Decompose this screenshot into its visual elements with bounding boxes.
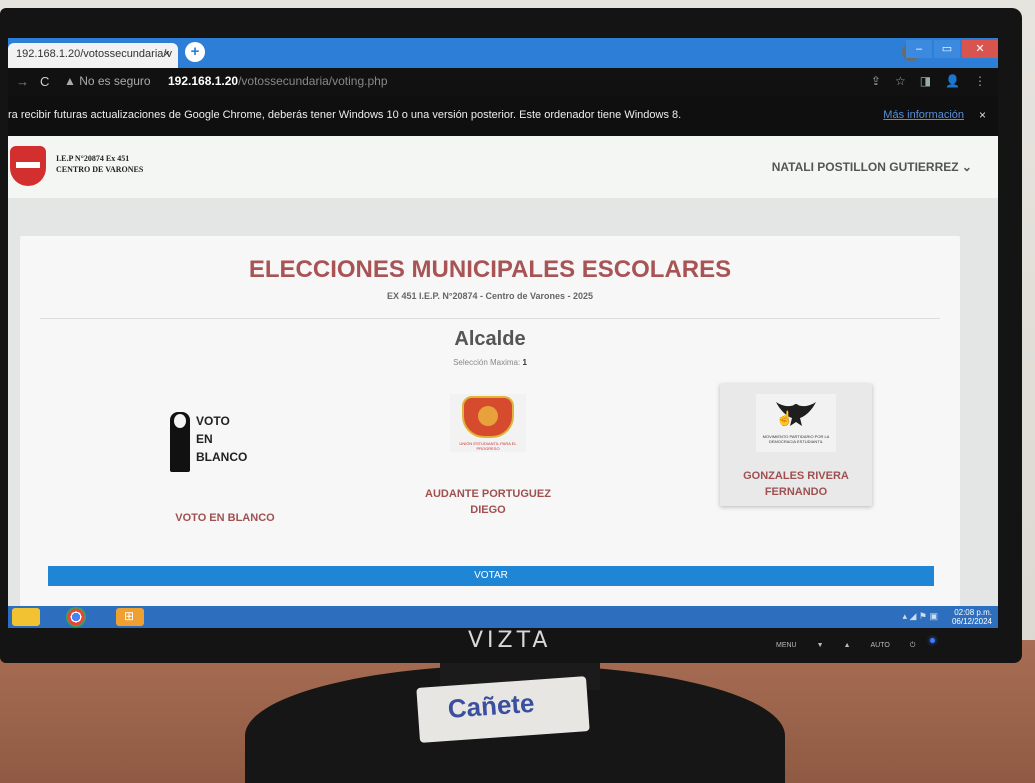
browser-tab-bar: 192.168.1.20/votossecundaria/v × + ⌄ – ▭… <box>8 38 998 68</box>
logo-text-line: BLANCO <box>196 450 248 464</box>
url-field[interactable]: 192.168.1.20/votossecundaria/voting.php <box>168 74 388 88</box>
reload-icon[interactable]: C <box>40 74 49 89</box>
blank-vote-logo: VOTO EN BLANCO <box>170 412 280 472</box>
update-info-bar: ra recibir futuras actualizaciones de Go… <box>8 96 998 136</box>
hand-cursor-icon: ☝ <box>776 410 794 426</box>
monitor-menu-button[interactable]: MENU <box>776 642 797 650</box>
share-icon[interactable]: ⇪ <box>871 74 881 88</box>
maximize-icon[interactable]: ▭ <box>934 40 960 58</box>
chrome-icon[interactable] <box>66 607 86 627</box>
tray-icons[interactable]: ▴ ◢ ⚑ ▣ <box>902 611 938 622</box>
close-window-icon[interactable]: ✕ <box>962 40 998 58</box>
vote-button[interactable]: VOTAR <box>48 566 934 586</box>
candidate-audante-portuguez[interactable]: UNIÓN ESTUDIANTIL PARA EL PROGRESO AUDAN… <box>413 386 563 536</box>
anonymous-figure-icon <box>170 412 190 472</box>
windows-taskbar: ▴ ◢ ⚑ ▣ 02:08 p.m. 06/12/2024 <box>8 606 998 628</box>
info-message: ra recibir futuras actualizaciones de Go… <box>8 109 682 121</box>
side-panel-icon[interactable]: ◨ <box>920 74 931 88</box>
new-tab-button[interactable]: + <box>185 42 205 62</box>
party-caption: UNIÓN ESTUDIANTIL PARA EL PROGRESO <box>459 441 517 451</box>
app-icon[interactable] <box>116 608 144 626</box>
max-selection: Selección Maxima: 1 <box>20 358 960 367</box>
school-line-1: I.E.P N°20874 Ex 451 <box>56 154 130 163</box>
school-logo[interactable] <box>10 146 46 186</box>
browser-tab[interactable]: 192.168.1.20/votossecundaria/v × <box>8 43 178 68</box>
bookmark-star-icon[interactable]: ☆ <box>895 74 906 88</box>
candidate-blank-vote[interactable]: VOTO EN BLANCO VOTO EN BLANCO <box>150 386 300 536</box>
monitor-power-button[interactable]: ⏻ <box>910 642 916 650</box>
candidate-name-line: FERNANDO <box>764 486 828 498</box>
candidate-name-line: GONZALES RIVERA <box>743 470 849 482</box>
site-header: I.E.P N°20874 Ex 451 CENTRO DE VARONES N… <box>8 136 998 199</box>
url-path: /votossecundaria/voting.php <box>238 74 388 88</box>
info-close-icon[interactable]: × <box>979 108 986 122</box>
minimize-icon[interactable]: – <box>906 40 932 58</box>
more-info-link[interactable]: Más información <box>883 109 964 121</box>
monitor-down-button[interactable]: ▼ <box>817 642 824 650</box>
blank-vote-logo-text: VOTO EN BLANCO <box>196 412 247 466</box>
power-led <box>930 638 935 643</box>
window-controls: – ▭ ✕ <box>904 40 998 58</box>
page-subtitle: EX 451 I.E.P. N°20874 - Centro de Varone… <box>386 291 594 301</box>
monitor-bezel: VIZTA MENU ▼ ▲ AUTO ⏻ 192.168.1.20/votos… <box>0 8 1022 663</box>
school-name: I.E.P N°20874 Ex 451 CENTRO DE VARONES <box>56 153 143 175</box>
clock[interactable]: 02:08 p.m. 06/12/2024 <box>952 608 992 626</box>
eagle-party-logo: MOVIMIENTO PARTIDARIO POR LA DEMOCRACIA … <box>756 394 836 452</box>
user-menu[interactable]: NATALI POSTILLON GUTIERREZ ⌄ <box>772 160 972 174</box>
url-host: 192.168.1.20 <box>168 74 239 88</box>
candidate-name: AUDANTE PORTUGUEZ DIEGO <box>413 486 563 518</box>
monitor-buttons: MENU ▼ ▲ AUTO ⏻ <box>776 642 915 650</box>
file-explorer-icon[interactable] <box>12 608 40 626</box>
forward-icon[interactable]: → <box>16 74 29 89</box>
candidate-name-line: AUDANTE PORTUGUEZ <box>425 488 551 500</box>
logo-text-line: EN <box>196 432 213 446</box>
main-content: ELECCIONES MUNICIPALES ESCOLARES EX 451 … <box>8 198 998 606</box>
school-line-2: CENTRO DE VARONES <box>56 165 144 174</box>
address-bar-icons: ⇪ ☆ ◨ 👤 ⋮ <box>871 74 986 88</box>
monitor-up-button[interactable]: ▲ <box>844 642 851 650</box>
logo-text-line: VOTO <box>196 414 230 428</box>
tab-title: 192.168.1.20/votossecundaria/v <box>16 48 172 60</box>
lion-shield-icon <box>462 396 514 438</box>
position-title: Alcalde <box>454 328 526 350</box>
candidate-gonzales-rivera[interactable]: MOVIMIENTO PARTIDARIO POR LA DEMOCRACIA … <box>720 384 872 506</box>
clock-time: 02:08 p.m. <box>954 608 992 617</box>
clock-date: 06/12/2024 <box>951 617 992 626</box>
tab-close-icon[interactable]: × <box>164 48 170 60</box>
monitor-brand: VIZTA <box>468 628 552 653</box>
candidate-name-line: DIEGO <box>470 504 506 516</box>
max-selection-label: Selección Maxima: <box>453 358 521 367</box>
candidate-name: GONZALES RIVERA FERNANDO <box>720 468 872 500</box>
address-bar: → C ▲ No es seguro 192.168.1.20/votossec… <box>8 68 998 96</box>
candidate-name: VOTO EN BLANCO <box>175 512 275 524</box>
screen: 192.168.1.20/votossecundaria/v × + ⌄ – ▭… <box>8 38 998 628</box>
not-secure-label[interactable]: ▲ No es seguro <box>64 74 151 88</box>
menu-dots-icon[interactable]: ⋮ <box>974 74 986 88</box>
page-title: ELECCIONES MUNICIPALES ESCOLARES <box>248 256 732 283</box>
party-caption: MOVIMIENTO PARTIDARIO POR LA DEMOCRACIA … <box>762 434 830 444</box>
monitor-auto-button[interactable]: AUTO <box>871 642 890 650</box>
profile-avatar-icon[interactable]: 👤 <box>945 74 960 88</box>
max-selection-value: 1 <box>522 358 527 367</box>
ballot-card: ELECCIONES MUNICIPALES ESCOLARES EX 451 … <box>20 236 960 606</box>
lion-party-logo: UNIÓN ESTUDIANTIL PARA EL PROGRESO <box>450 394 526 452</box>
divider <box>40 318 940 319</box>
